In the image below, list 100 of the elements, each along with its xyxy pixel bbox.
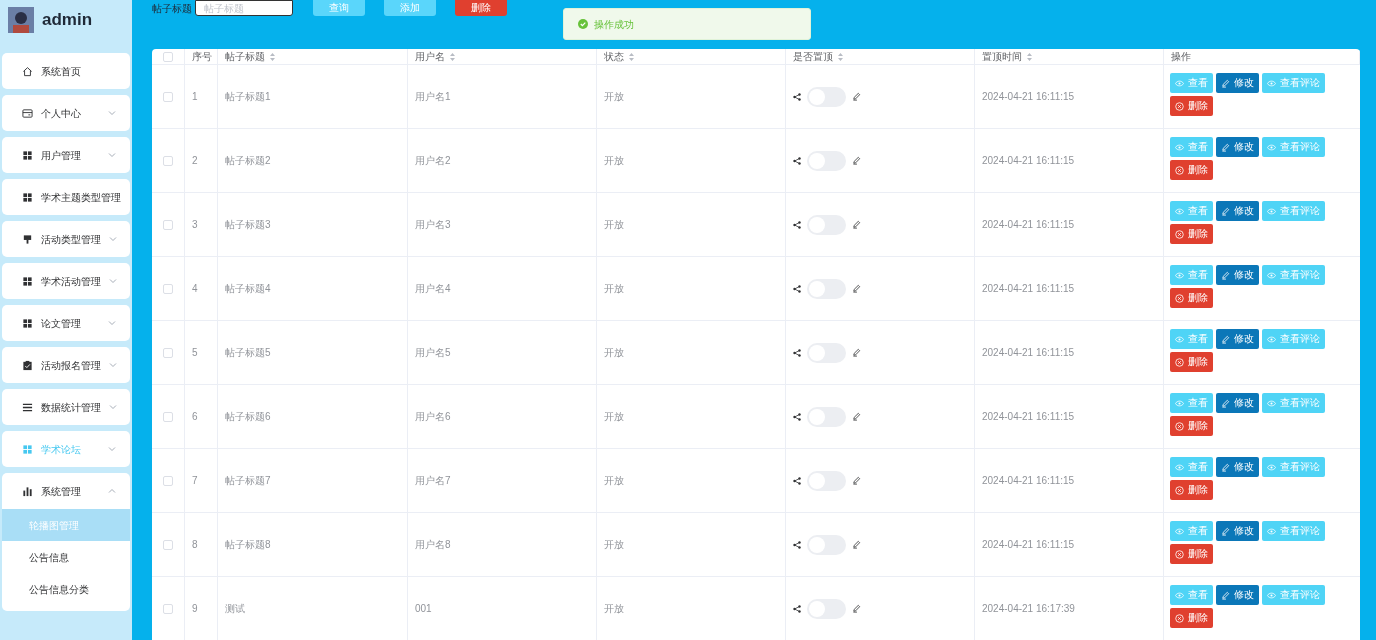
delete-button[interactable]: 删除	[1170, 224, 1213, 244]
eye-icon	[1175, 271, 1184, 279]
table-cell: 2024-04-21 16:11:15	[975, 193, 1164, 256]
table-cell: 帖子标题2	[218, 129, 408, 192]
search-label: 帖子标题	[152, 2, 192, 16]
share-icon	[793, 412, 801, 421]
eye-icon	[1267, 143, 1276, 151]
edit-button[interactable]: 修改	[1216, 521, 1259, 541]
table-cell: 开放	[597, 321, 786, 384]
eye-icon	[1175, 463, 1184, 471]
column-header[interactable]: 用户名	[408, 49, 597, 64]
table-cell: 开放	[597, 577, 786, 640]
table-cell: 4	[185, 257, 218, 320]
nav-item[interactable]: 用户管理	[2, 137, 130, 173]
sort-icon	[449, 51, 456, 62]
sort-icon	[628, 51, 635, 62]
close-circle-icon	[1175, 549, 1184, 559]
pencil-icon	[1221, 398, 1230, 408]
edit-button[interactable]: 修改	[1216, 201, 1259, 221]
chevron-down-icon	[109, 362, 117, 368]
column-header[interactable]: 帖子标题	[218, 49, 408, 64]
table-cell: 帖子标题1	[218, 65, 408, 128]
table-cell: 用户名1	[408, 65, 597, 128]
eye-icon	[1175, 591, 1184, 599]
delete-button[interactable]: 删除	[1170, 416, 1213, 436]
pencil-icon	[852, 156, 861, 165]
table-cell: 开放	[597, 385, 786, 448]
edit-button[interactable]: 修改	[1216, 265, 1259, 285]
delete-button[interactable]: 删除	[1170, 96, 1213, 116]
table-cell: 用户名3	[408, 193, 597, 256]
pencil-icon	[1221, 206, 1230, 216]
table-cell: 9	[185, 577, 218, 640]
table-cell: 2024-04-21 16:11:15	[975, 257, 1164, 320]
nav-item[interactable]: 活动类型管理	[2, 221, 130, 257]
table-cell: 1	[185, 65, 218, 128]
column-header[interactable]: 是否置顶	[786, 49, 975, 64]
delete-button[interactable]: 删除	[1170, 288, 1213, 308]
eye-icon	[1267, 399, 1276, 407]
nav-item[interactable]: 学术活动管理	[2, 263, 130, 299]
nav-item[interactable]: 学术主题类型管理	[2, 179, 130, 215]
checkbox[interactable]	[163, 411, 173, 422]
checkbox[interactable]	[163, 219, 173, 230]
checkbox[interactable]	[163, 51, 173, 62]
nav-item[interactable]: 数据统计管理	[2, 389, 130, 425]
table-cell: 2024-04-21 16:11:15	[975, 449, 1164, 512]
eye-icon	[1267, 591, 1276, 599]
nav-item[interactable]: 活动报名管理	[2, 347, 130, 383]
share-icon	[793, 540, 801, 549]
checkbox[interactable]	[163, 91, 173, 102]
nav-item[interactable]: 系统管理	[2, 473, 130, 509]
pencil-icon	[852, 476, 861, 485]
eye-icon	[1267, 79, 1276, 87]
pencil-icon	[852, 412, 861, 421]
table-cell: 6	[185, 385, 218, 448]
table-cell: 2024-04-21 16:11:15	[975, 513, 1164, 576]
column-header[interactable]: 置顶时间	[975, 49, 1164, 64]
eye-icon	[1175, 143, 1184, 151]
column-header[interactable]: 状态	[597, 49, 786, 64]
delete-button[interactable]: 删除	[1170, 352, 1213, 372]
eye-icon	[1267, 207, 1276, 215]
chevron-down-icon	[109, 278, 117, 284]
grid-icon	[22, 317, 33, 329]
delete-button[interactable]: 删除	[1170, 544, 1213, 564]
nav-item[interactable]: 系统首页	[2, 53, 130, 89]
chevron-down-icon	[109, 404, 117, 410]
checkbox[interactable]	[163, 283, 173, 294]
eye-icon	[1267, 463, 1276, 471]
table-cell: 帖子标题8	[218, 513, 408, 576]
table-cell: 开放	[597, 65, 786, 128]
delete-button[interactable]: 删除	[1170, 608, 1213, 628]
table-cell: 用户名6	[408, 385, 597, 448]
edit-button[interactable]: 修改	[1216, 457, 1259, 477]
edit-button[interactable]: 修改	[1216, 329, 1259, 349]
edit-button[interactable]: 修改	[1216, 137, 1259, 157]
pencil-icon	[1221, 462, 1230, 472]
edit-button[interactable]: 修改	[1216, 393, 1259, 413]
delete-button[interactable]: 删除	[1170, 480, 1213, 500]
share-icon	[793, 348, 801, 357]
checkbox[interactable]	[163, 539, 173, 550]
close-circle-icon	[1175, 229, 1184, 239]
pencil-icon	[852, 220, 861, 229]
delete-button[interactable]: 删除	[455, 0, 507, 16]
checkbox[interactable]	[163, 475, 173, 486]
table-cell: 2024-04-21 16:11:15	[975, 65, 1164, 128]
nav-item[interactable]: 论文管理	[2, 305, 130, 341]
delete-button[interactable]: 删除	[1170, 160, 1213, 180]
submenu-item[interactable]: 公告信息	[2, 541, 130, 573]
eye-icon	[1267, 335, 1276, 343]
checkbox[interactable]	[163, 155, 173, 166]
eye-icon	[1267, 527, 1276, 535]
close-circle-icon	[1175, 613, 1184, 623]
submenu-item[interactable]: 公告信息分类	[2, 573, 130, 605]
checkbox[interactable]	[163, 603, 173, 614]
table-cell: 开放	[597, 449, 786, 512]
checkbox[interactable]	[163, 347, 173, 358]
nav-item[interactable]: 个人中心	[2, 95, 130, 131]
table-cell: 001	[408, 577, 597, 640]
edit-button[interactable]: 修改	[1216, 585, 1259, 605]
edit-button[interactable]: 修改	[1216, 73, 1259, 93]
pencil-icon	[1221, 142, 1230, 152]
